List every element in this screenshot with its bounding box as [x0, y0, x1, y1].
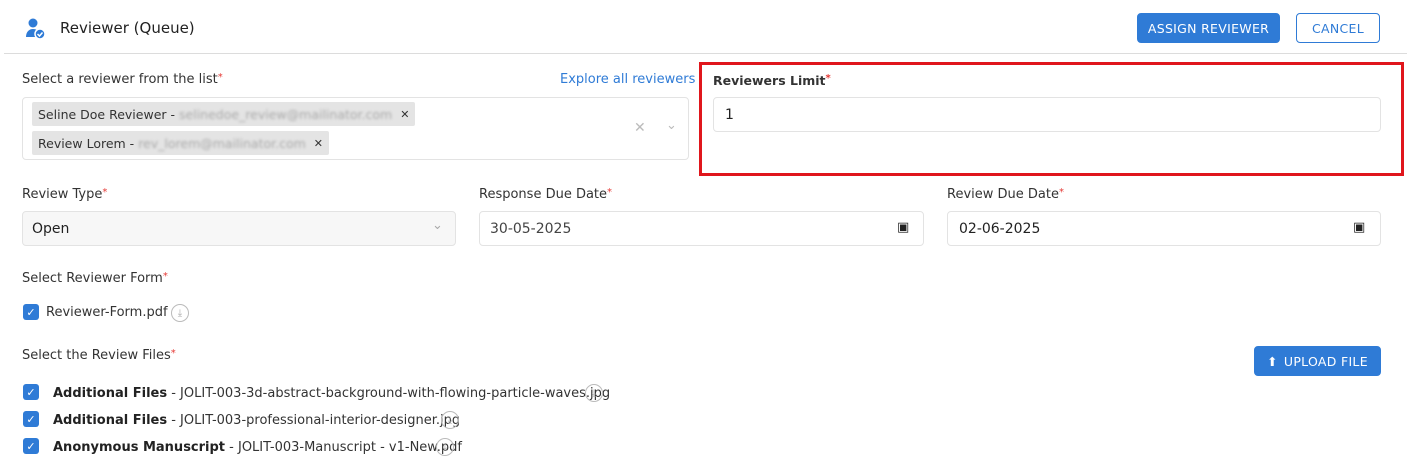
review-file-checkbox[interactable]: ✓ — [23, 438, 39, 454]
upload-icon: ⬆ — [1267, 353, 1278, 369]
reviewer-form-file: Reviewer-Form.pdf — [46, 305, 168, 320]
review-files-label: Select the Review Files* — [22, 348, 176, 363]
download-icon[interactable]: ⤓ — [585, 384, 603, 402]
reviewer-form-checkbox[interactable]: ✓ — [23, 304, 39, 320]
remove-chip-icon[interactable]: ✕ — [314, 137, 323, 150]
chevron-down-icon: ⌄ — [432, 218, 443, 233]
response-due-label: Response Due Date* — [479, 187, 613, 202]
explore-reviewers-link[interactable]: Explore all reviewers — [560, 72, 695, 87]
review-type-select[interactable] — [22, 211, 456, 246]
reviewers-limit-input[interactable] — [713, 97, 1381, 132]
response-due-value: 30-05-2025 — [490, 221, 572, 237]
review-type-value: Open — [32, 221, 70, 237]
review-type-label: Review Type* — [22, 187, 108, 202]
review-file-item: Additional Files - JOLIT-003-professiona… — [53, 413, 461, 428]
remove-chip-icon[interactable]: ✕ — [400, 108, 409, 121]
review-file-item: Additional Files - JOLIT-003-3d-abstract… — [53, 386, 611, 401]
calendar-icon[interactable]: ▣ — [1353, 220, 1365, 235]
reviewer-form-label: Select Reviewer Form* — [22, 271, 168, 286]
download-icon[interactable]: ⤓ — [436, 438, 454, 456]
download-icon[interactable]: ⤓ — [171, 304, 189, 322]
reviewers-limit-value: 1 — [725, 107, 734, 123]
review-file-checkbox[interactable]: ✓ — [23, 411, 39, 427]
cancel-button[interactable]: CANCEL — [1296, 13, 1380, 43]
reviewer-icon — [24, 17, 48, 41]
divider — [4, 53, 1407, 54]
reviewers-limit-label: Reviewers Limit* — [713, 73, 831, 88]
review-file-checkbox[interactable]: ✓ — [23, 384, 39, 400]
assign-reviewer-button[interactable]: ASSIGN REVIEWER — [1137, 13, 1280, 43]
page-title: Reviewer (Queue) — [60, 19, 195, 37]
calendar-icon[interactable]: ▣ — [897, 220, 909, 235]
review-due-value: 02-06-2025 — [959, 221, 1041, 237]
reviewer-chip: Seline Doe Reviewer - selinedoe_review@m… — [32, 102, 416, 126]
download-icon[interactable]: ⤓ — [441, 411, 459, 429]
chevron-down-icon[interactable]: ⌄ — [666, 118, 677, 133]
review-file-item: Anonymous Manuscript - JOLIT-003-Manuscr… — [53, 440, 462, 455]
reviewer-select-label: Select a reviewer from the list* — [22, 72, 223, 87]
review-due-label: Review Due Date* — [947, 187, 1064, 202]
upload-file-button[interactable]: ⬆ UPLOAD FILE — [1254, 346, 1381, 376]
clear-icon[interactable]: ✕ — [634, 120, 646, 136]
reviewer-chip: Review Lorem - rev_lorem@mailinator.com ✕ — [32, 131, 330, 155]
